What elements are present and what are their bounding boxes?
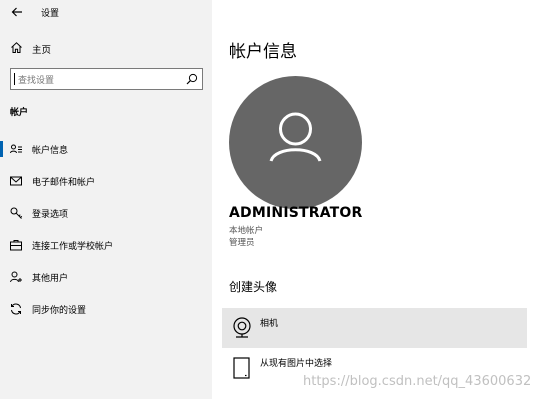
sidebar-item-label: 帐户信息 <box>32 146 69 156</box>
home-icon <box>11 42 22 53</box>
back-button[interactable] <box>9 4 25 20</box>
sidebar-item-sign-in[interactable]: 登录选项 <box>0 201 212 225</box>
camera-icon <box>233 317 251 338</box>
option-label: 相机 <box>260 319 279 329</box>
search-input[interactable]: 查找设置 <box>10 68 203 90</box>
sidebar-item-sync[interactable]: 同步你的设置 <box>0 297 212 321</box>
main-content: 帐户信息 ADMINISTRATOR 本地帐户 管理员 创建头像 相机 从现有图… <box>212 0 554 399</box>
sync-icon <box>11 303 21 315</box>
sidebar-item-label: 连接工作或学校帐户 <box>32 242 114 252</box>
title-bar: 设置 <box>0 0 212 24</box>
watermark: https://blog.csdn.net/qq_43600632 <box>303 374 532 389</box>
key-icon <box>10 207 23 219</box>
create-avatar-heading: 创建头像 <box>229 280 278 294</box>
sidebar-item-label: 同步你的设置 <box>32 306 87 316</box>
sidebar-item-label: 其他用户 <box>32 274 69 284</box>
sidebar-item-label: 电子邮件和帐户 <box>32 178 96 188</box>
sidebar-item-label: 登录选项 <box>32 210 69 220</box>
briefcase-icon <box>10 240 22 251</box>
sidebar-item-account-info[interactable]: 帐户信息 <box>0 137 212 161</box>
page-title: 帐户信息 <box>229 42 297 62</box>
home-nav-item[interactable]: 主页 <box>0 38 212 58</box>
account-role: 管理员 <box>229 238 255 248</box>
person-add-icon <box>10 271 22 283</box>
sidebar-item-email[interactable]: 电子邮件和帐户 <box>0 169 212 193</box>
camera-option[interactable]: 相机 <box>222 308 527 348</box>
account-type: 本地帐户 <box>229 226 264 236</box>
option-label: 从现有图片中选择 <box>260 359 333 369</box>
window-title: 设置 <box>41 9 60 19</box>
sidebar-item-other-users[interactable]: 其他用户 <box>0 265 212 289</box>
user-name: ADMINISTRATOR <box>229 205 363 221</box>
search-icon[interactable] <box>185 72 199 86</box>
home-label: 主页 <box>32 45 52 56</box>
person-card-icon <box>10 144 22 154</box>
person-icon <box>269 112 322 162</box>
text-caret <box>14 73 15 85</box>
search-placeholder: 查找设置 <box>18 76 55 86</box>
sidebar: 设置 主页 查找设置 帐户 帐户信息 电子邮件和帐户 登录选项 连接工作或学校帐… <box>0 0 212 399</box>
sidebar-item-work-school[interactable]: 连接工作或学校帐户 <box>0 233 212 257</box>
mail-icon <box>10 176 22 186</box>
avatar <box>229 76 362 209</box>
selection-indicator <box>0 141 3 157</box>
back-arrow-icon <box>11 7 22 17</box>
picture-icon <box>233 357 250 379</box>
section-heading: 帐户 <box>10 108 29 118</box>
